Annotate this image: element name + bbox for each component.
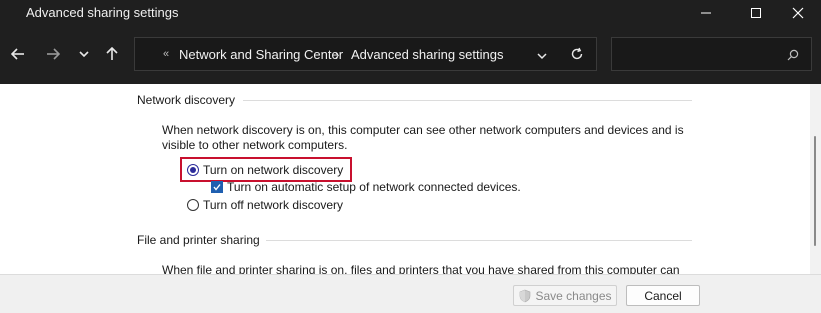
minimize-button[interactable] (683, 0, 729, 26)
breadcrumb-overflow[interactable]: « (163, 48, 169, 60)
shield-icon (520, 289, 531, 302)
radio-label: Turn on network discovery (203, 163, 344, 177)
search-icon (787, 49, 799, 61)
close-icon (792, 7, 804, 19)
address-dropdown-button[interactable] (536, 49, 548, 67)
breadcrumb-network-and-sharing-center[interactable]: Network and Sharing Center (179, 47, 343, 62)
refresh-icon (571, 47, 583, 60)
radio-turn-on-network-discovery[interactable]: Turn on network discovery (187, 162, 343, 178)
minimize-icon (701, 12, 711, 14)
checkbox-checked[interactable] (211, 181, 223, 193)
radio-turn-off-network-discovery[interactable]: Turn off network discovery (187, 197, 343, 213)
save-changes-label: Save changes (535, 288, 612, 303)
section-divider (243, 100, 692, 101)
refresh-button[interactable] (570, 47, 584, 66)
network-discovery-heading: Network discovery (137, 93, 236, 107)
cancel-button[interactable]: Cancel (626, 285, 700, 306)
maximize-button[interactable] (733, 0, 779, 26)
section-divider (266, 240, 692, 241)
back-button[interactable] (4, 40, 32, 68)
save-changes-button[interactable]: Save changes (513, 285, 617, 306)
scrollbar-thumb[interactable] (814, 136, 816, 246)
search-button[interactable] (787, 48, 799, 66)
breadcrumb-advanced-sharing-settings[interactable]: Advanced sharing settings (351, 47, 503, 62)
search-input[interactable] (618, 44, 782, 66)
checkbox-label: Turn on automatic setup of network conne… (227, 180, 521, 194)
arrow-right-icon (47, 48, 60, 60)
network-discovery-description: When network discovery is on, this compu… (162, 123, 684, 152)
close-button[interactable] (775, 0, 821, 26)
recent-locations-button[interactable] (70, 40, 98, 68)
title-bar: Advanced sharing settings (0, 0, 821, 26)
radio-label: Turn off network discovery (203, 198, 344, 212)
address-bar[interactable]: « Network and Sharing Center › Advanced … (134, 37, 597, 71)
maximize-icon (751, 8, 761, 18)
chevron-down-icon (537, 53, 547, 60)
file-and-printer-sharing-heading: File and printer sharing (137, 233, 260, 247)
settings-content: Network discovery When network discovery… (0, 84, 810, 274)
search-box[interactable] (611, 37, 812, 71)
file-and-printer-sharing-description: When file and printer sharing is on, fil… (162, 263, 680, 274)
up-button[interactable] (98, 40, 126, 68)
arrow-left-icon (11, 48, 24, 60)
navigation-bar: « Network and Sharing Center › Advanced … (0, 26, 821, 84)
footer-bar: Save changes Cancel (0, 274, 821, 313)
radio-button-selected[interactable] (187, 164, 199, 176)
checkbox-automatic-setup[interactable]: Turn on automatic setup of network conne… (211, 179, 521, 195)
checkmark-icon (213, 184, 221, 191)
forward-button[interactable] (39, 40, 67, 68)
vertical-scrollbar[interactable] (810, 84, 821, 274)
window-title: Advanced sharing settings (26, 5, 179, 20)
radio-button-unselected[interactable] (187, 199, 199, 211)
arrow-up-icon (106, 47, 118, 60)
breadcrumb-separator: › (335, 47, 340, 62)
cancel-label: Cancel (644, 288, 682, 303)
chevron-down-icon (79, 51, 89, 58)
